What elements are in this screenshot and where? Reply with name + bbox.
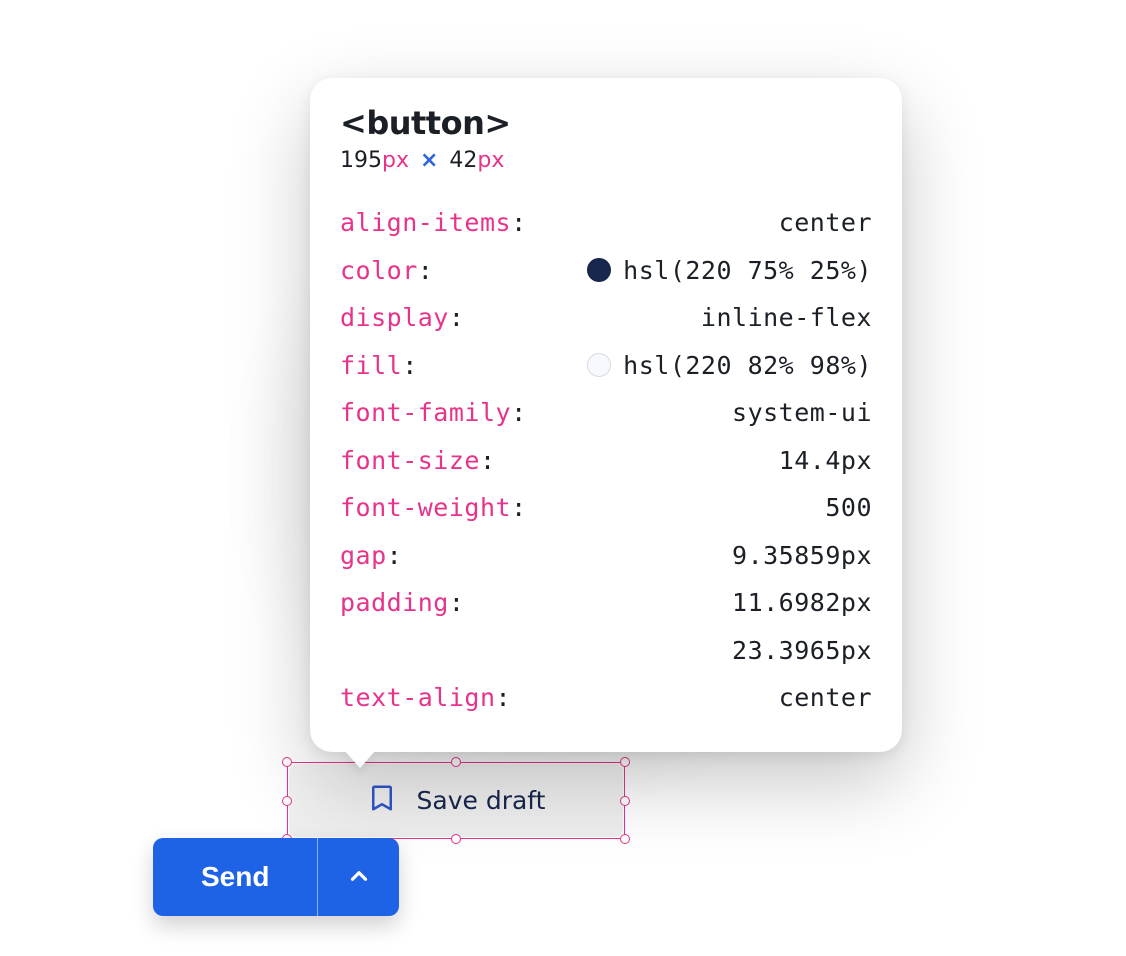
property-value: 14.4px bbox=[779, 437, 872, 485]
property-colon: : bbox=[511, 199, 527, 247]
selection-outline bbox=[287, 762, 625, 839]
inspector-property-list: align-items: center color: hsl(220 75% 25%)… bbox=[340, 199, 872, 722]
inspector-dimensions: 195px × 42px bbox=[340, 148, 872, 173]
property-name: font-size bbox=[340, 437, 480, 485]
inspector-property-row: font-weight: 500 bbox=[340, 484, 872, 532]
property-name: color bbox=[340, 247, 418, 295]
inspector-property-row-continued: 23.3965px bbox=[340, 627, 872, 675]
property-value: center bbox=[779, 199, 872, 247]
property-name: align-items bbox=[340, 199, 511, 247]
resize-handle-top-left[interactable] bbox=[282, 757, 292, 767]
css-inspector-popover: <button> 195px × 42px align-items:center… bbox=[310, 78, 902, 752]
inspector-height-num: 42 bbox=[449, 148, 477, 173]
resize-handle-top-middle[interactable] bbox=[451, 757, 461, 767]
property-colon: : bbox=[418, 247, 434, 295]
property-value: hsl(220 75% 25%) bbox=[623, 247, 872, 295]
resize-handle-bottom-right[interactable] bbox=[620, 834, 630, 844]
property-value: 11.6982px bbox=[732, 579, 872, 627]
send-dropdown-toggle[interactable] bbox=[317, 838, 399, 916]
property-name: padding bbox=[340, 579, 449, 627]
inspector-property-row: color: hsl(220 75% 25%) bbox=[340, 247, 872, 295]
color-swatch bbox=[587, 258, 611, 282]
property-value: hsl(220 82% 98%) bbox=[623, 342, 872, 390]
inspector-property-row: align-items: center bbox=[340, 199, 872, 247]
inspector-width-unit: px bbox=[382, 148, 409, 173]
inspector-times-icon: × bbox=[416, 148, 442, 173]
chevron-up-icon bbox=[346, 863, 372, 892]
inspector-property-row: padding: 11.6982px bbox=[340, 579, 872, 627]
inspector-property-row: display: inline-flex bbox=[340, 294, 872, 342]
resize-handle-middle-left[interactable] bbox=[282, 796, 292, 806]
inspector-height-unit: px bbox=[477, 148, 504, 173]
inspector-property-row: fill: hsl(220 82% 98%) bbox=[340, 342, 872, 390]
inspector-property-row: gap: 9.35859px bbox=[340, 532, 872, 580]
property-colon: : bbox=[449, 579, 465, 627]
send-split-button: Send bbox=[153, 838, 399, 916]
inspector-property-row: font-size: 14.4px bbox=[340, 437, 872, 485]
send-label: Send bbox=[201, 861, 269, 893]
property-colon: : bbox=[387, 532, 403, 580]
property-value: 23.3965px bbox=[732, 627, 872, 675]
property-value: 500 bbox=[825, 484, 872, 532]
property-name: font-weight bbox=[340, 484, 511, 532]
inspector-element-tag: <button> bbox=[340, 104, 872, 142]
property-name: text-align bbox=[340, 674, 496, 722]
resize-handle-middle-right[interactable] bbox=[620, 796, 630, 806]
send-button[interactable]: Send bbox=[153, 838, 317, 916]
inspector-width-num: 195 bbox=[340, 148, 382, 173]
property-value: inline-flex bbox=[701, 294, 872, 342]
property-value: 9.35859px bbox=[732, 532, 872, 580]
property-name: font-family bbox=[340, 389, 511, 437]
property-colon: : bbox=[449, 294, 465, 342]
inspector-property-row: text-align: center bbox=[340, 674, 872, 722]
color-swatch bbox=[587, 353, 611, 377]
property-colon: : bbox=[511, 484, 527, 532]
resize-handle-top-right[interactable] bbox=[620, 757, 630, 767]
resize-handle-bottom-middle[interactable] bbox=[451, 834, 461, 844]
property-name: gap bbox=[340, 532, 387, 580]
property-colon: : bbox=[402, 342, 418, 390]
property-colon: : bbox=[496, 674, 512, 722]
property-value: system-ui bbox=[732, 389, 872, 437]
property-value: center bbox=[779, 674, 872, 722]
property-name: fill bbox=[340, 342, 402, 390]
property-colon: : bbox=[511, 389, 527, 437]
property-colon: : bbox=[480, 437, 496, 485]
property-name: display bbox=[340, 294, 449, 342]
inspector-property-row: font-family: system-ui bbox=[340, 389, 872, 437]
